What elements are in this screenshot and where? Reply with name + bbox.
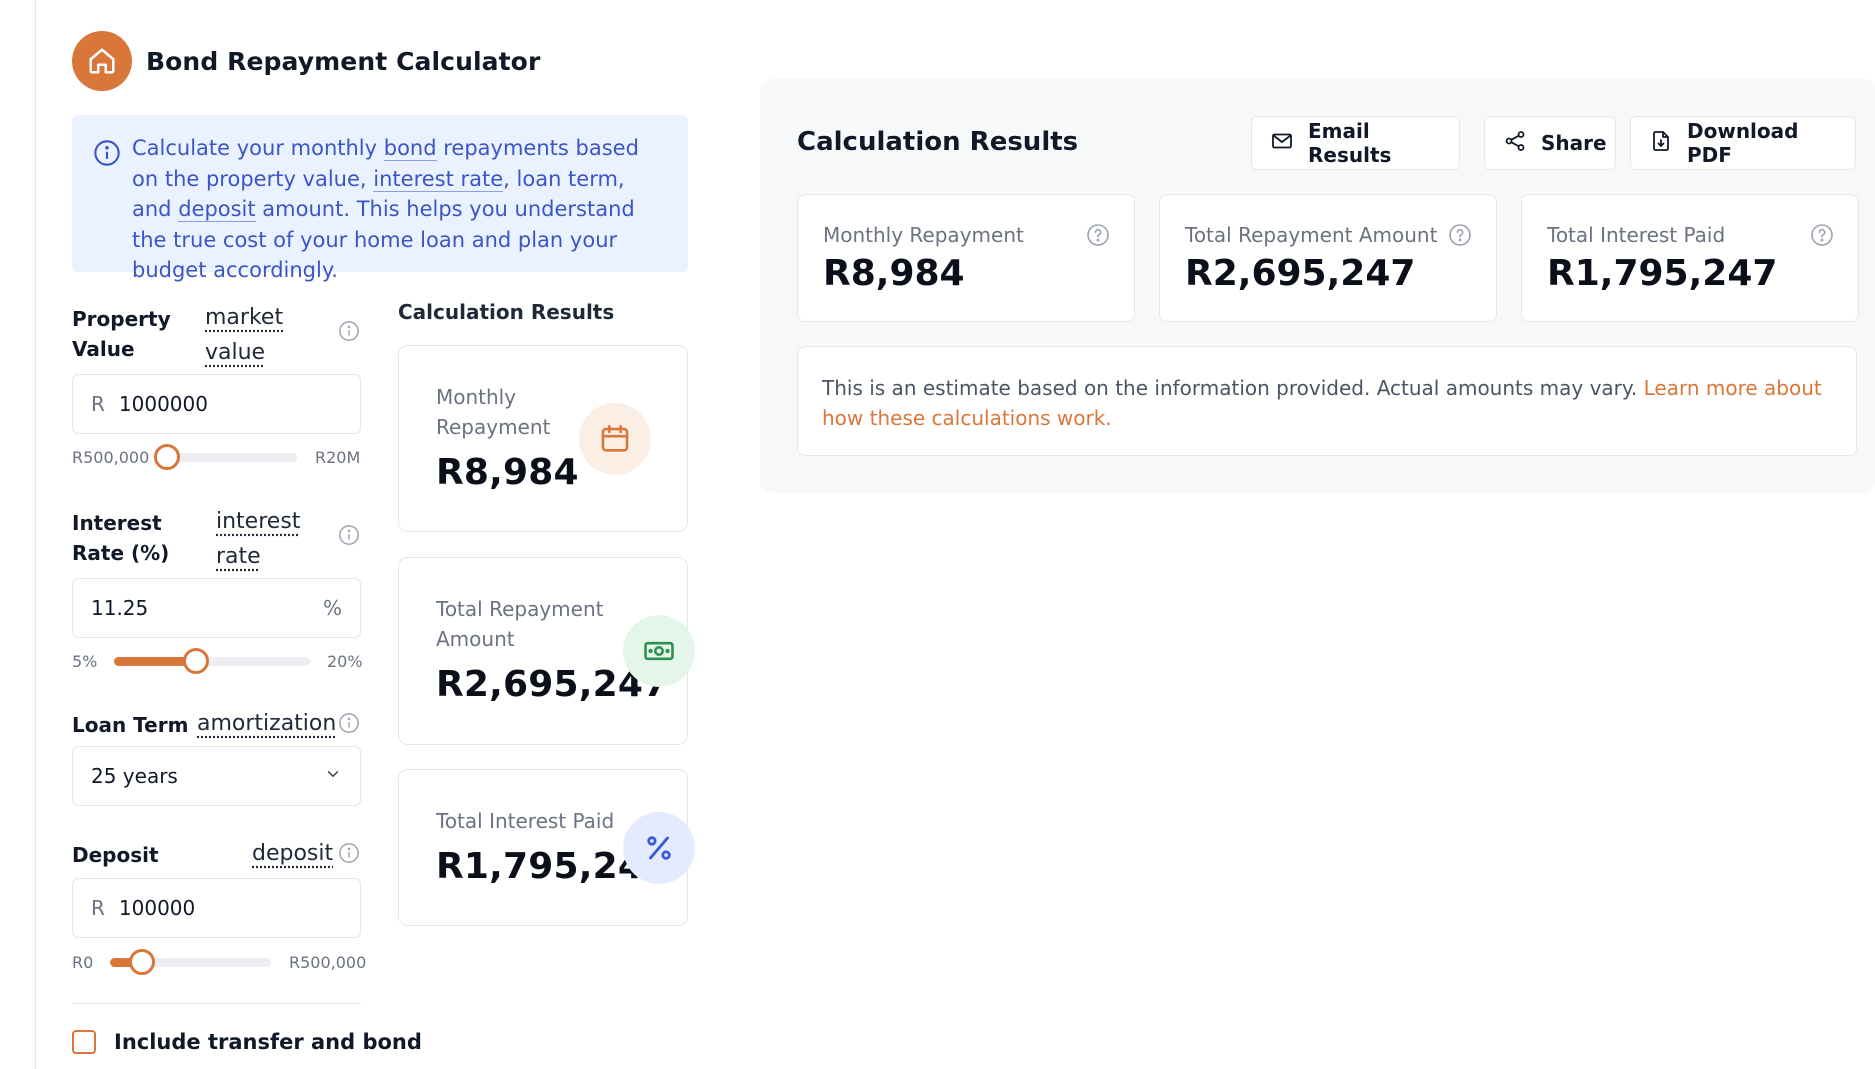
glossary-term-interest-rate[interactable]: interest rate [373, 166, 504, 192]
app-header: Bond Repayment Calculator [72, 31, 540, 91]
deposit-input[interactable]: R 100000 [72, 878, 361, 938]
result-card-label: Total Repayment Amount [1185, 223, 1438, 247]
share-icon [1503, 129, 1527, 158]
total-interest-card: Total Interest Paid R1,795,247 [398, 769, 695, 926]
glossary-term-deposit-field[interactable]: deposit [252, 836, 333, 871]
result-card-value: R8,984 [823, 253, 965, 294]
currency-prefix: R [91, 896, 105, 920]
info-icon [93, 139, 121, 171]
calendar-icon [579, 403, 651, 475]
email-results-label: Email Results [1308, 119, 1392, 167]
loan-term-select[interactable]: 25 years [72, 746, 361, 806]
percent-icon [623, 812, 695, 884]
download-pdf-button[interactable]: Download PDF [1630, 116, 1856, 170]
glossary-term-bond[interactable]: bond [383, 136, 437, 161]
estimate-note: This is an estimate based on the informa… [797, 346, 1857, 456]
result-card-label: Total Interest Paid [1547, 223, 1726, 247]
result-card-monthly: Monthly Repayment R8,984 [797, 194, 1135, 322]
result-card-value: R2,695,247 [1185, 253, 1416, 294]
interest-rate-label: Interest Rate (%) [72, 511, 170, 565]
info-text: Calculate your monthly bond repayments b… [132, 133, 658, 286]
home-icon [72, 31, 132, 91]
summary-title: Calculation Results [398, 300, 615, 324]
share-label: Share [1541, 131, 1607, 155]
property-value-text: 1000000 [118, 392, 208, 416]
monthly-repayment-card: Monthly Repayment R8,984 [398, 345, 688, 532]
include-costs-checkbox[interactable] [72, 1030, 96, 1054]
file-download-icon [1649, 129, 1673, 158]
loan-term-value: 25 years [91, 764, 178, 788]
interest-rate-input[interactable]: 11.25 % [72, 578, 361, 638]
interest-slider-thumb[interactable] [183, 648, 210, 674]
deposit-slider-thumb[interactable] [129, 949, 156, 975]
property-min-label: R500,000 [72, 448, 150, 467]
deposit-slider[interactable] [110, 949, 271, 975]
monthly-repayment-value: R8,984 [436, 452, 579, 493]
interest-rate-text: 11.25 [91, 596, 149, 620]
deposit-min-label: R0 [72, 953, 94, 972]
info-banner: Calculate your monthly bond repayments b… [72, 115, 688, 282]
result-card-total-interest: Total Interest Paid R1,795,247 [1521, 194, 1859, 322]
property-value-input[interactable]: R 1000000 [72, 374, 361, 434]
help-icon[interactable] [1810, 223, 1834, 251]
loan-term-label: Loan Term [72, 713, 189, 737]
app-title: Bond Repayment Calculator [146, 46, 541, 76]
sidebar-border [35, 0, 36, 1069]
form-divider [72, 1003, 361, 1004]
property-max-label: R20M [315, 448, 361, 467]
share-button[interactable]: Share [1484, 116, 1616, 170]
property-value-label: Property Value [72, 307, 171, 361]
results-title: Calculation Results [797, 127, 1079, 157]
email-results-button[interactable]: Email Results [1251, 116, 1460, 170]
total-interest-label: Total Interest Paid [436, 809, 615, 833]
result-card-value: R1,795,247 [1547, 253, 1778, 294]
total-repayment-card: Total Repayment Amount R2,695,247 [398, 557, 695, 745]
total-repayment-label: Total Repayment Amount [436, 597, 604, 651]
result-card-total-repayment: Total Repayment Amount R2,695,247 [1159, 194, 1497, 322]
interest-info-icon[interactable] [338, 524, 360, 550]
estimate-note-text: This is an estimate based on the informa… [822, 376, 1644, 400]
deposit-label: Deposit [72, 843, 159, 867]
info-text-part: Calculate your monthly [132, 136, 384, 160]
interest-max-label: 20% [327, 652, 363, 671]
include-costs-label: Include transfer and bond [114, 1030, 422, 1054]
percent-suffix: % [322, 596, 342, 620]
chevron-down-icon [324, 764, 342, 788]
property-slider-thumb[interactable] [154, 444, 181, 470]
deposit-max-label: R500,000 [289, 953, 367, 972]
interest-min-label: 5% [72, 652, 98, 671]
glossary-term-deposit[interactable]: deposit [178, 197, 256, 222]
currency-prefix: R [91, 392, 105, 416]
glossary-term-interest-rate-field[interactable]: interest rate [216, 504, 306, 574]
download-pdf-label: Download PDF [1687, 119, 1799, 167]
result-card-label: Monthly Repayment [823, 223, 1024, 247]
help-icon[interactable] [1086, 223, 1110, 251]
loan-term-info-icon[interactable] [338, 712, 360, 738]
property-info-icon[interactable] [338, 320, 360, 346]
interest-rate-slider[interactable] [114, 648, 310, 674]
glossary-term-amortization[interactable]: amortization [197, 706, 336, 741]
mail-icon [1270, 129, 1294, 158]
monthly-repayment-label: Monthly Repayment [436, 385, 551, 439]
deposit-info-icon[interactable] [338, 842, 360, 868]
cash-icon [623, 615, 695, 687]
property-value-slider[interactable] [154, 444, 297, 470]
glossary-term-market-value[interactable]: market value [205, 300, 295, 370]
deposit-value-text: 100000 [118, 896, 196, 920]
help-icon[interactable] [1448, 223, 1472, 251]
